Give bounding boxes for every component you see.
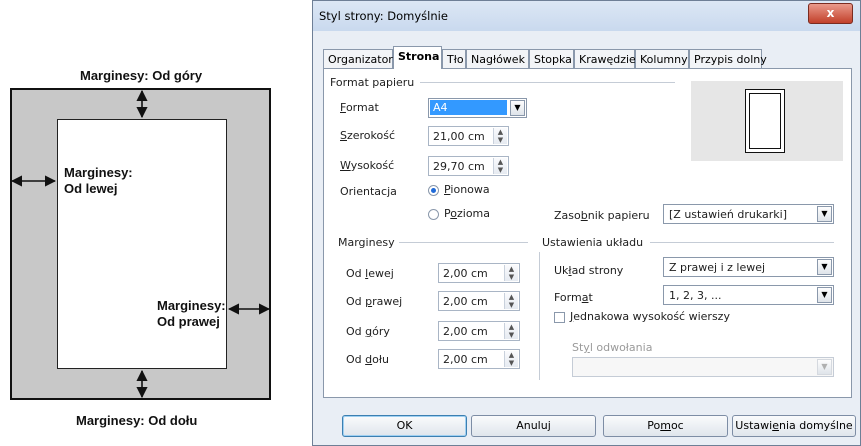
close-icon: x — [826, 6, 835, 20]
landscape-label[interactable]: Pozioma — [444, 207, 490, 220]
left-margin-caption-1: Marginesy: — [64, 165, 133, 180]
orientation-label: Orientacja — [340, 185, 397, 198]
tab-borders[interactable]: Krawędzie — [574, 49, 636, 68]
tab-background[interactable]: Tło — [442, 49, 466, 68]
width-value: 21,00 cm — [433, 130, 485, 143]
tab-header[interactable]: Nagłówek — [466, 49, 529, 68]
format-select[interactable]: A4 ▼ — [428, 98, 527, 118]
preview-margin-box — [749, 93, 781, 149]
margins-section-rule — [394, 242, 528, 243]
chevron-down-icon[interactable]: ▼ — [817, 359, 832, 375]
ok-button[interactable]: OK — [342, 415, 467, 437]
paper-tray-label: Zasobnik papieru — [554, 209, 650, 222]
tab-organizer[interactable]: Organizator — [323, 49, 393, 68]
chevron-down-icon[interactable]: ▼ — [817, 206, 832, 222]
page-layout-label: Układ strony — [554, 264, 624, 277]
margin-left-value: 2,00 cm — [443, 267, 488, 280]
spin-arrows-icon[interactable]: ▲ ▼ — [504, 323, 518, 339]
margins-illustration: Marginesy: Od góry Marginesy: Od lewej M… — [0, 0, 300, 446]
preview-sheet — [745, 89, 785, 153]
page-tab-panel: Format papieru Format A4 ▼ Szerokość 21,… — [323, 68, 852, 398]
page-layout-value: Z prawej i z lewej — [669, 261, 766, 274]
portrait-radio[interactable] — [428, 185, 439, 196]
chevron-down-icon[interactable]: ▼ — [817, 287, 832, 303]
height-value: 29,70 cm — [433, 160, 485, 173]
bottom-margin-caption: Marginesy: Od dołu — [76, 413, 198, 428]
width-spinbox[interactable]: 21,00 cm ▲ ▼ — [428, 126, 509, 146]
margin-top-label: Od góry — [346, 325, 390, 338]
spin-arrows-icon[interactable]: ▲ ▼ — [504, 351, 518, 367]
spin-arrows-icon[interactable]: ▲ ▼ — [504, 293, 518, 309]
page-layout-select[interactable]: Z prawej i z lewej ▼ — [663, 257, 834, 277]
margins-section-heading: Marginesy — [338, 236, 399, 249]
close-button[interactable]: x — [808, 3, 853, 24]
page-style-dialog: Styl strony: Domyślnie x Organizator Str… — [312, 0, 861, 446]
help-button[interactable]: Pomoc — [603, 415, 728, 437]
margin-bottom-value: 2,00 cm — [443, 353, 488, 366]
dialog-title: Styl strony: Domyślnie — [319, 9, 448, 23]
height-spinbox[interactable]: 29,70 cm ▲ ▼ — [428, 156, 509, 176]
chevron-down-icon[interactable]: ▼ — [817, 259, 832, 275]
reference-style-select[interactable]: ▼ — [572, 357, 834, 377]
format-value: A4 — [430, 100, 507, 115]
layout-section-rule — [650, 242, 834, 243]
margin-bottom-spinbox[interactable]: 2,00 cm ▲ ▼ — [438, 349, 520, 369]
tab-footnote[interactable]: Przypis dolny — [689, 49, 767, 68]
left-margin-caption-2: Od lewej — [64, 181, 118, 196]
paper-section-heading: Format papieru — [330, 76, 419, 89]
margin-top-spinbox[interactable]: 2,00 cm ▲ ▼ — [438, 321, 520, 341]
margin-arrows — [10, 89, 271, 399]
register-true-checkbox[interactable] — [554, 312, 565, 323]
margin-right-spinbox[interactable]: 2,00 cm ▲ ▼ — [438, 291, 520, 311]
paper-tray-select[interactable]: [Z ustawień drukarki] ▼ — [663, 204, 834, 224]
right-margin-caption-2: Od prawej — [157, 314, 220, 329]
height-label: Wysokość — [340, 159, 395, 172]
right-margin-caption-1: Marginesy: — [157, 298, 226, 313]
tab-columns[interactable]: Kolumny — [635, 49, 689, 68]
cancel-button[interactable]: Anuluj — [471, 415, 596, 437]
margin-left-label: Od lewej — [346, 267, 394, 280]
numbering-format-value: 1, 2, 3, ... — [669, 289, 722, 302]
format-label: Format — [340, 101, 379, 114]
section-divider — [539, 252, 540, 380]
spin-arrows-icon[interactable]: ▲ ▼ — [493, 128, 507, 144]
layout-section-heading: Ustawienia układu — [542, 236, 648, 249]
page-preview — [691, 81, 843, 161]
paper-tray-value: [Z ustawień drukarki] — [669, 208, 788, 221]
numbering-format-select[interactable]: 1, 2, 3, ... ▼ — [663, 285, 834, 305]
margin-left-spinbox[interactable]: 2,00 cm ▲ ▼ — [438, 263, 520, 283]
landscape-radio[interactable] — [428, 209, 439, 220]
margin-right-label: Od prawej — [346, 295, 403, 308]
numbering-format-label: Format — [554, 291, 593, 304]
spin-arrows-icon[interactable]: ▲ ▼ — [493, 158, 507, 174]
spin-arrows-icon[interactable]: ▲ ▼ — [504, 265, 518, 281]
paper-section-rule — [420, 82, 675, 83]
margin-bottom-label: Od dołu — [346, 353, 389, 366]
register-true-label[interactable]: Jednakowa wysokość wierszy — [570, 310, 730, 323]
title-bar[interactable]: Styl strony: Domyślnie x — [313, 1, 860, 31]
reset-button[interactable]: Ustawienia domyślne — [732, 415, 856, 437]
tab-page[interactable]: Strona — [393, 46, 442, 69]
margin-top-value: 2,00 cm — [443, 325, 488, 338]
tab-footer[interactable]: Stopka — [529, 49, 574, 68]
chevron-down-icon[interactable]: ▼ — [510, 100, 525, 116]
width-label: Szerokość — [340, 129, 396, 142]
margin-right-value: 2,00 cm — [443, 295, 488, 308]
reference-style-label: Styl odwołania — [572, 341, 653, 354]
portrait-label[interactable]: Pionowa — [444, 183, 490, 196]
